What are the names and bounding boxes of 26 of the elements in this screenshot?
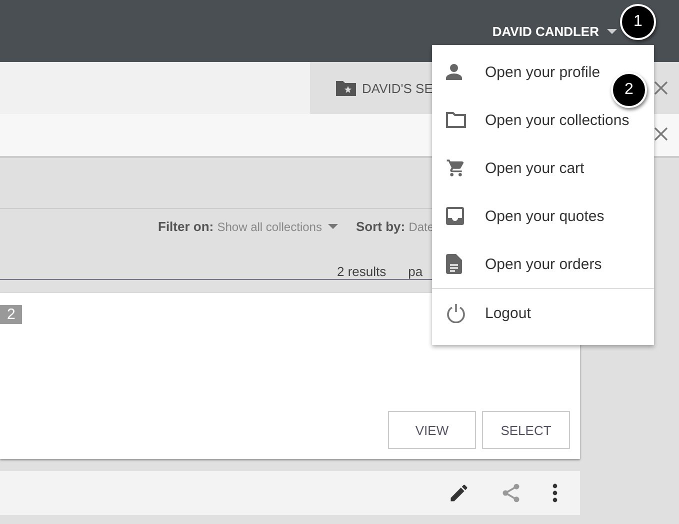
- share-icon[interactable]: [500, 482, 522, 504]
- folder-icon: [446, 112, 466, 128]
- select-button[interactable]: SELECT: [482, 411, 570, 449]
- cart-icon: [446, 158, 466, 178]
- user-name[interactable]: DAVID CANDLER: [492, 24, 599, 38]
- count-badge: 2: [0, 305, 22, 324]
- menu-item[interactable]: Open your cart: [446, 144, 584, 192]
- document-icon: [446, 254, 462, 274]
- edit-icon[interactable]: [448, 482, 470, 504]
- filter-dropdown[interactable]: Filter on: Show all collections: [158, 219, 322, 234]
- more-icon[interactable]: [552, 483, 558, 503]
- power-icon: [446, 303, 466, 323]
- results-count: 2 results: [337, 264, 386, 279]
- close-icon[interactable]: [654, 127, 668, 141]
- menu-item[interactable]: Logout: [446, 289, 531, 337]
- menu-item[interactable]: Open your profile: [446, 48, 600, 96]
- inbox-icon: [446, 207, 464, 225]
- view-button[interactable]: VIEW: [388, 411, 476, 449]
- menu-item[interactable]: Open your orders: [446, 240, 602, 288]
- caret-icon: [328, 224, 338, 229]
- pagination-label: pa: [408, 264, 423, 279]
- caret-icon: [607, 28, 617, 34]
- close-icon[interactable]: [654, 81, 668, 95]
- folder-star-icon: [336, 80, 356, 96]
- person-icon: [446, 64, 462, 80]
- menu-item[interactable]: Open your quotes: [446, 192, 604, 240]
